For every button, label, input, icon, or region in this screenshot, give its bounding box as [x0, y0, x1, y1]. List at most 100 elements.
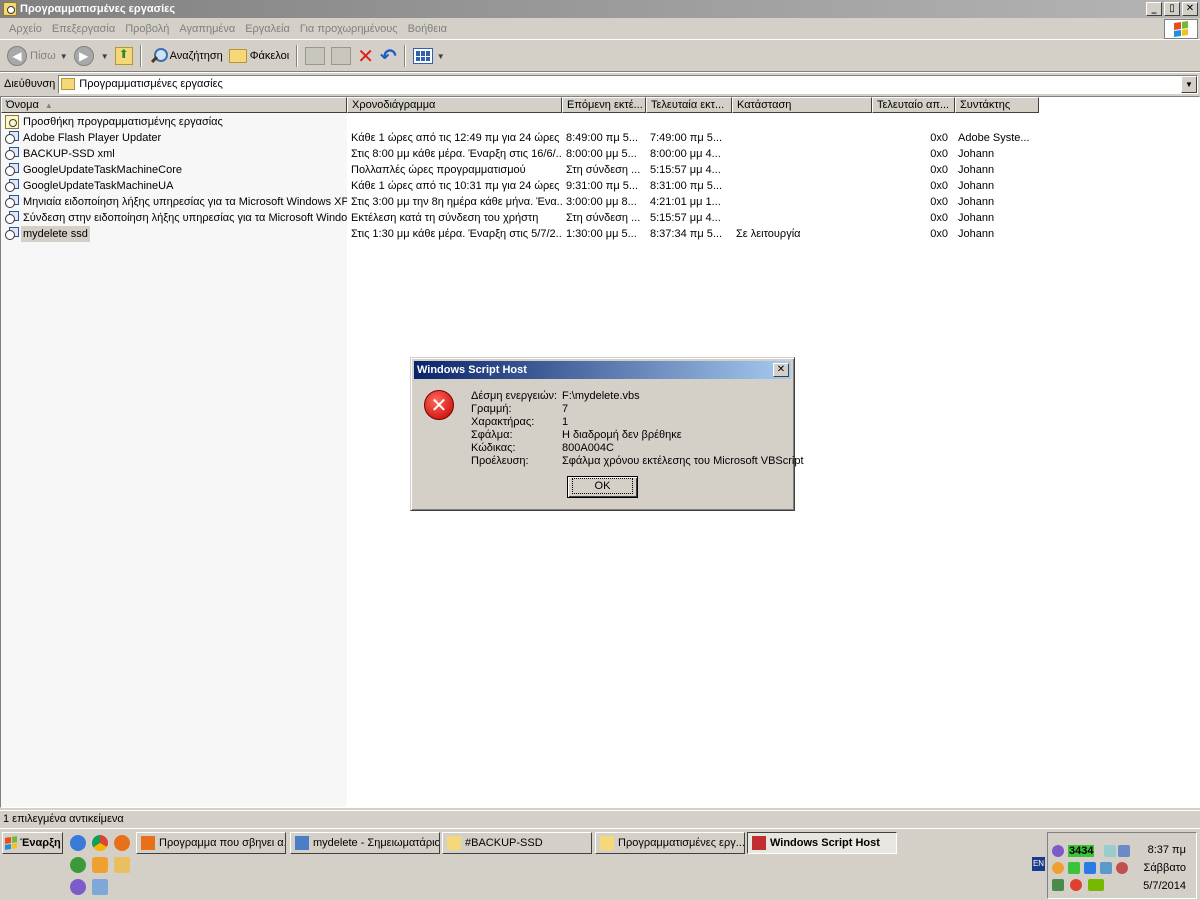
menu-favorites[interactable]: Αγαπημένα	[174, 23, 240, 35]
app-icon[interactable]	[1100, 862, 1112, 874]
task-last-result: 0x0	[930, 228, 948, 240]
ok-button[interactable]: OK	[567, 476, 638, 498]
task-author: Johann	[958, 228, 995, 240]
nvidia-icon[interactable]	[1088, 879, 1104, 891]
back-button[interactable]: ◀ Πίσω ▼	[4, 43, 71, 69]
taskbar-button-label: mydelete - Σημειωματάριο	[313, 837, 440, 849]
task-last-run: 7:49:00 πμ 5...	[650, 132, 723, 144]
table-row[interactable]: BACKUP-SSD xml Στις 8:00 μμ κάθε μέρα. Έν…	[1, 146, 1036, 162]
task-last-result: 0x0	[930, 164, 948, 176]
search-label: Αναζήτηση	[169, 50, 223, 62]
firefox-icon[interactable]	[114, 835, 130, 851]
address-input[interactable]: Προγραμματισμένες εργασίες ▼	[58, 74, 1198, 94]
column-header-name[interactable]: Όνομα ▲	[1, 97, 347, 113]
search-icon	[149, 47, 168, 65]
window-title: Προγραμματισμένες εργασίες	[20, 3, 176, 15]
up-folder-button[interactable]	[112, 43, 136, 69]
status-text: 1 επιλεγμένα αντικείμενα	[3, 813, 124, 825]
task-last-run: 5:15:57 μμ 4...	[650, 164, 721, 176]
menu-edit[interactable]: Επεξεργασία	[47, 23, 120, 35]
search-button[interactable]: Αναζήτηση	[146, 43, 226, 69]
table-row[interactable]: Σύνδεση στην ειδοποίηση λήξης υπηρεσίας …	[1, 210, 1036, 226]
app-icon[interactable]	[1052, 862, 1064, 874]
chevron-down-icon[interactable]: ▼	[60, 52, 68, 61]
chrome-icon[interactable]	[92, 835, 108, 851]
task-last-result: 0x0	[930, 180, 948, 192]
viber-icon[interactable]	[70, 879, 86, 895]
internet-explorer-icon[interactable]	[70, 835, 86, 851]
chevron-down-icon[interactable]: ▼	[437, 52, 445, 61]
task-name: Σύνδεση στην ειδοποίηση λήξης υπηρεσίας …	[23, 212, 347, 224]
app-icon[interactable]	[70, 857, 86, 873]
restore-button[interactable]: ▯	[1164, 2, 1180, 16]
network-icon[interactable]	[1104, 845, 1116, 857]
task-author: Adobe Syste...	[958, 132, 1030, 144]
dialog-close-button[interactable]: ✕	[773, 363, 789, 377]
task-name-cell: mydelete ssd	[1, 226, 347, 242]
move-to-icon[interactable]	[305, 47, 326, 65]
language-indicator[interactable]: EN	[1032, 857, 1045, 871]
column-header-next-run[interactable]: Επόμενη εκτέ...	[562, 97, 646, 113]
window-titlebar[interactable]: Προγραμματισμένες εργασίες _ ▯ ✕	[0, 0, 1200, 18]
close-button[interactable]: ✕	[1182, 2, 1198, 16]
task-name-cell: GoogleUpdateTaskMachineCore	[1, 162, 347, 178]
column-header-last-result[interactable]: Τελευταίο απ...	[872, 97, 955, 113]
task-next-run: 8:49:00 πμ 5...	[566, 132, 639, 144]
taskbar-button-label: Προγραμμα που σβηνει α...	[159, 837, 286, 849]
menu-view[interactable]: Προβολή	[120, 23, 174, 35]
dialog-titlebar[interactable]: Windows Script Host ✕	[414, 361, 791, 379]
dialog-title: Windows Script Host	[417, 364, 527, 376]
error-field-label: Δέσμη ενεργειών:	[471, 390, 558, 402]
forward-button[interactable]: ▶ ▼	[71, 43, 112, 69]
taskbar-button[interactable]: Προγραμμα που σβηνει α...	[136, 832, 286, 854]
minimize-button[interactable]: _	[1146, 2, 1162, 16]
taskbar-button[interactable]: Windows Script Host	[747, 832, 897, 854]
task-next-run: 1:30:00 μμ 5...	[566, 228, 637, 240]
clock-time[interactable]: 8:37 πμ	[1148, 844, 1186, 856]
delete-icon[interactable]: ✕	[357, 44, 374, 68]
menu-help[interactable]: Βοήθεια	[403, 23, 452, 35]
folder-icon	[61, 78, 76, 90]
table-row[interactable]: Μηνιαία ειδοποίηση λήξης υπηρεσίας για τ…	[1, 194, 1036, 210]
app-icon[interactable]	[1068, 862, 1080, 874]
menu-tools[interactable]: Εργαλεία	[240, 23, 295, 35]
toolbar-separator	[139, 45, 142, 67]
taskbar-button[interactable]: Προγραμματισμένες εργ...	[595, 832, 745, 854]
views-button[interactable]: ▼	[410, 43, 448, 69]
menu-file[interactable]: Αρχείο	[4, 23, 47, 35]
app-icon[interactable]	[1118, 845, 1130, 857]
task-name: BACKUP-SSD xml	[23, 148, 115, 160]
error-field-value: 1	[562, 416, 569, 428]
menu-advanced[interactable]: Για προχωρημένους	[295, 23, 403, 35]
folders-label: Φάκελοι	[249, 50, 290, 62]
chevron-down-icon[interactable]: ▼	[1181, 75, 1197, 93]
copy-to-icon[interactable]	[331, 47, 352, 65]
column-header-last-run[interactable]: Τελευταία εκτ...	[646, 97, 732, 113]
folders-button[interactable]: Φάκελοι	[226, 43, 292, 69]
table-row[interactable]: Adobe Flash Player Updater Κάθε 1 ώρες απ…	[1, 130, 1036, 146]
error-field-row: Χαρακτήρας: 1	[471, 416, 804, 429]
skype-icon[interactable]	[1084, 862, 1096, 874]
taskbar-button[interactable]: #BACKUP-SSD	[442, 832, 592, 854]
column-header-author[interactable]: Συντάκτης	[955, 97, 1039, 113]
table-row[interactable]: mydelete ssd Στις 1:30 μμ κάθε μέρα. Έναρ…	[1, 226, 1036, 242]
viber-icon[interactable]	[1052, 845, 1064, 857]
column-header-schedule[interactable]: Χρονοδιάγραμμα	[347, 97, 562, 113]
column-header-status[interactable]: Κατάσταση	[732, 97, 872, 113]
table-row[interactable]: GoogleUpdateTaskMachineUA Κάθε 1 ώρες από…	[1, 178, 1036, 194]
app-icon[interactable]	[1070, 879, 1082, 891]
taskbar-button[interactable]: mydelete - Σημειωματάριο	[290, 832, 440, 854]
chevron-down-icon[interactable]: ▼	[101, 52, 109, 61]
error-field-row: Δέσμη ενεργειών: F:\mydelete.vbs	[471, 390, 804, 403]
add-task-row[interactable]: Προσθήκη προγραμματισμένης εργασίας	[1, 114, 1036, 130]
app-icon[interactable]	[92, 879, 108, 895]
list-header: Όνομα ▲ Χρονοδιάγραμμα Επόμενη εκτέ... Τε…	[1, 97, 1039, 113]
app-icon[interactable]	[114, 857, 130, 873]
tray-counter[interactable]: 3434	[1068, 845, 1095, 857]
undo-icon[interactable]: ↶	[380, 44, 397, 68]
app-icon[interactable]	[1116, 862, 1128, 874]
start-button[interactable]: Έναρξη	[2, 832, 63, 854]
table-row[interactable]: GoogleUpdateTaskMachineCore Πολλαπλές ώρε…	[1, 162, 1036, 178]
app-icon[interactable]	[92, 857, 108, 873]
app-icon[interactable]	[1052, 879, 1064, 891]
